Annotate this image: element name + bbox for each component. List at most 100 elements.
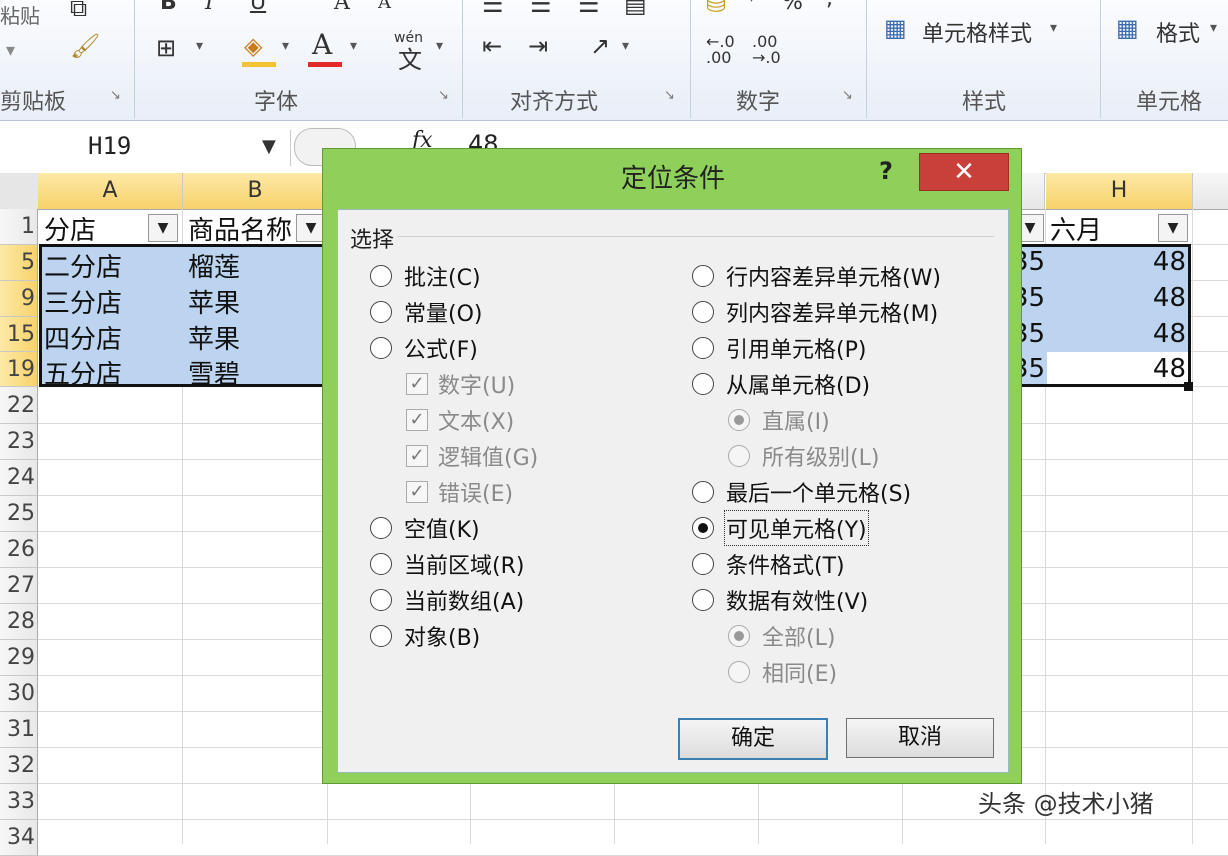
select-all-corner[interactable] — [0, 173, 39, 210]
cell-h1[interactable]: 六月 — [1050, 210, 1102, 247]
row-header[interactable]: 22 — [0, 387, 38, 424]
shrink-font-button[interactable]: A — [378, 0, 391, 13]
cell-b[interactable]: 苹果 — [188, 283, 240, 320]
ok-button[interactable]: 确定 — [678, 718, 828, 760]
row-header[interactable]: 9 — [0, 281, 38, 317]
row-header[interactable]: 31 — [0, 712, 38, 748]
name-box-dropdown-icon[interactable]: ▼ — [262, 136, 276, 157]
row-header[interactable]: 33 — [0, 784, 38, 820]
paste-label[interactable]: 粘贴 — [0, 0, 40, 29]
cell-h[interactable]: 48 — [1050, 283, 1186, 313]
font-color-dropdown-icon[interactable]: ▾ — [350, 38, 357, 54]
help-button[interactable]: ? — [879, 157, 893, 185]
column-header-b[interactable]: B — [183, 173, 328, 210]
row-header[interactable]: 26 — [0, 532, 38, 568]
orientation-icon[interactable]: ↗ — [590, 32, 610, 60]
wrap-text-icon[interactable]: ▤ — [624, 0, 647, 18]
increase-indent-icon[interactable]: ⇥ — [528, 32, 548, 60]
format-dropdown-icon[interactable]: ▾ — [1210, 20, 1217, 36]
align-bottom-icon[interactable]: ☰ — [578, 0, 600, 18]
column-header-h[interactable]: H — [1046, 173, 1193, 210]
filter-active-icon[interactable]: ▼ — [148, 214, 178, 242]
cell-h[interactable]: 48 — [1050, 354, 1186, 384]
align-top-icon[interactable]: ☰ — [482, 0, 504, 18]
row-header[interactable]: 24 — [0, 460, 38, 496]
row-header[interactable]: 23 — [0, 424, 38, 460]
left-option-radio[interactable]: 当前数组(A) — [370, 584, 524, 616]
right-option-radio[interactable]: 列内容差异单元格(M) — [692, 296, 938, 328]
right-option-radio[interactable]: 从属单元格(D) — [692, 368, 870, 400]
format-painter-icon[interactable]: 🖌 — [70, 32, 100, 60]
row-header[interactable]: 27 — [0, 568, 38, 604]
filter-dropdown-h-icon[interactable]: ▼ — [1158, 214, 1188, 242]
left-option-radio[interactable]: 常量(O) — [370, 296, 482, 328]
increase-decimal-button[interactable]: ←.0 .00 — [706, 34, 735, 66]
decrease-indent-icon[interactable]: ⇤ — [482, 32, 502, 60]
row-header[interactable]: 34 — [0, 820, 38, 856]
cell-b[interactable]: 雪碧 — [188, 354, 240, 391]
font-color-button[interactable]: A — [312, 28, 332, 61]
right-option-radio[interactable]: 行内容差异单元格(W) — [692, 260, 941, 292]
cell-h[interactable]: 48 — [1050, 319, 1186, 349]
right-option-radio[interactable]: 可见单元格(Y) — [692, 510, 869, 546]
formula-subtype-checkbox[interactable]: ✓ 文本(X) — [406, 404, 514, 436]
currency-icon[interactable]: ⛁ — [706, 0, 726, 18]
row-header[interactable]: 5 — [0, 245, 38, 281]
align-middle-icon[interactable]: ☰ — [530, 0, 552, 18]
orientation-dropdown-icon[interactable]: ▾ — [622, 38, 629, 54]
row-header[interactable]: 25 — [0, 496, 38, 532]
paste-dropdown-icon[interactable]: ▾ — [6, 40, 15, 61]
font-launcher-icon[interactable]: ↘ — [438, 88, 449, 103]
comma-button[interactable]: , — [826, 0, 833, 11]
close-button[interactable]: ✕ — [919, 153, 1009, 191]
row-header[interactable]: 15 — [0, 317, 38, 352]
cell-a[interactable]: 二分店 — [44, 247, 122, 284]
underline-button[interactable]: U — [250, 0, 266, 15]
left-option-radio[interactable]: 批注(C) — [370, 260, 481, 292]
grow-font-button[interactable]: A — [334, 0, 350, 15]
phonetic-dropdown-icon[interactable]: ▾ — [436, 38, 443, 54]
column-header-a[interactable]: A — [38, 173, 183, 210]
fill-color-icon[interactable]: ◈ — [244, 32, 262, 60]
row-header[interactable]: 19 — [0, 352, 38, 387]
sub-option-radio[interactable]: 相同(E) — [728, 656, 837, 688]
cell-b[interactable]: 苹果 — [188, 319, 240, 356]
cell-styles-button[interactable]: 单元格样式 — [922, 16, 1032, 48]
fill-dropdown-icon[interactable]: ▾ — [282, 38, 289, 54]
right-option-radio[interactable]: 引用单元格(P) — [692, 332, 866, 364]
sub-option-radio[interactable]: 全部(L) — [728, 620, 835, 652]
left-option-radio[interactable]: 空值(K) — [370, 512, 480, 544]
cell-a1[interactable]: 分店 — [44, 210, 96, 247]
right-option-radio[interactable]: 条件格式(T) — [692, 548, 845, 580]
cell-a[interactable]: 四分店 — [44, 319, 122, 356]
cell-a[interactable]: 五分店 — [44, 354, 122, 391]
decrease-decimal-button[interactable]: .00 →.0 — [752, 34, 781, 66]
border-icon[interactable]: ⊞ — [156, 34, 176, 62]
row-header[interactable]: 32 — [0, 748, 38, 784]
formula-subtype-checkbox[interactable]: ✓ 逻辑值(G) — [406, 440, 538, 472]
row-header[interactable]: 30 — [0, 676, 38, 712]
sub-option-radio[interactable]: 所有级别(L) — [728, 440, 879, 472]
row-header[interactable]: 1 — [0, 209, 38, 245]
format-cells-icon[interactable]: ▦ — [1116, 14, 1139, 42]
cell-b1[interactable]: 商品名称 — [188, 210, 298, 247]
cell-styles-icon[interactable]: ▦ — [884, 14, 907, 42]
format-button[interactable]: 格式 — [1156, 16, 1200, 48]
currency-dropdown-icon[interactable]: ▾ — [748, 0, 755, 6]
formula-subtype-checkbox[interactable]: ✓ 错误(E) — [406, 476, 513, 508]
right-option-radio[interactable]: 数据有效性(V) — [692, 584, 868, 616]
phonetic-icon[interactable]: 文 — [398, 40, 422, 75]
cell-a[interactable]: 三分店 — [44, 283, 122, 320]
bold-button[interactable]: B — [160, 0, 177, 15]
sub-option-radio[interactable]: 直属(I) — [728, 404, 830, 436]
alignment-launcher-icon[interactable]: ↘ — [664, 88, 675, 103]
border-dropdown-icon[interactable]: ▾ — [196, 38, 203, 54]
number-launcher-icon[interactable]: ↘ — [842, 88, 853, 103]
cell-styles-dropdown-icon[interactable]: ▾ — [1050, 20, 1057, 36]
right-option-radio[interactable]: 最后一个单元格(S) — [692, 476, 911, 508]
column-header-next[interactable] — [1193, 173, 1228, 210]
name-box[interactable]: H19 ▼ — [0, 130, 291, 166]
left-option-radio[interactable]: 公式(F) — [370, 332, 478, 364]
cell-b[interactable]: 榴莲 — [188, 247, 240, 284]
percent-button[interactable]: % — [782, 0, 803, 15]
